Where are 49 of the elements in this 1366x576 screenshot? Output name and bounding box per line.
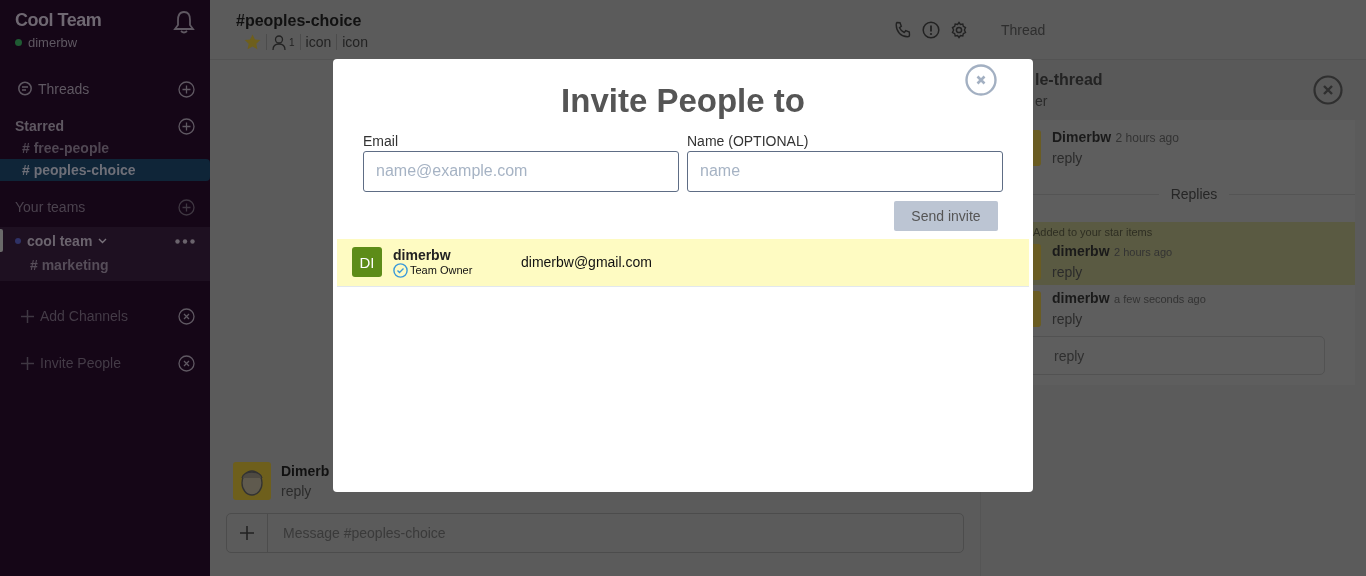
channel-item[interactable]: # free-people bbox=[0, 137, 210, 159]
info-icon[interactable] bbox=[922, 21, 940, 39]
input-field[interactable]: name bbox=[687, 150, 1003, 192]
close-icon[interactable] bbox=[965, 64, 997, 96]
dialog-title: Invite People to bbox=[560, 81, 806, 121]
send-invite-button[interactable]: Send invite bbox=[894, 200, 998, 231]
chat-bubble-icon bbox=[17, 81, 33, 97]
bell-icon[interactable] bbox=[173, 10, 195, 34]
plus-icon bbox=[21, 309, 34, 323]
add-icon[interactable] bbox=[178, 80, 195, 98]
settings-icon[interactable] bbox=[950, 21, 968, 39]
close-icon[interactable] bbox=[178, 307, 195, 325]
phone-icon[interactable] bbox=[894, 21, 912, 39]
user-name: dimerbw bbox=[28, 35, 78, 50]
threads-link[interactable]: Threads bbox=[38, 81, 90, 97]
member-avatar: DI bbox=[352, 247, 382, 278]
member-name: dimerbw bbox=[393, 246, 452, 263]
channel-item[interactable]: # marketing bbox=[0, 249, 210, 273]
input-field[interactable]: name@example.com bbox=[363, 150, 679, 192]
chevron-icon[interactable] bbox=[98, 238, 108, 244]
team-item[interactable]: cool team bbox=[27, 233, 93, 249]
replies-divider: Replies bbox=[1170, 186, 1218, 202]
message-author: Dimerb bbox=[281, 463, 330, 479]
channel-title: #peoples-choice bbox=[236, 12, 363, 30]
header-link[interactable]: icon bbox=[342, 34, 368, 50]
section-title: Starred bbox=[15, 118, 65, 134]
close-icon[interactable] bbox=[178, 354, 195, 372]
field-label: Name (OPTIONAL) bbox=[687, 132, 810, 149]
team-dot-icon bbox=[15, 238, 21, 244]
person-icon bbox=[272, 34, 286, 50]
add-icon[interactable] bbox=[240, 526, 254, 540]
plus-icon bbox=[21, 356, 34, 370]
field-label: Email bbox=[363, 132, 399, 149]
member-role: Team Owner bbox=[410, 264, 473, 277]
check-circle-icon bbox=[393, 262, 408, 278]
message-author: Dimerbw bbox=[1052, 129, 1112, 145]
header-link[interactable]: icon bbox=[305, 34, 332, 50]
close-icon[interactable] bbox=[1313, 75, 1343, 105]
section-title: Your teams bbox=[15, 199, 86, 215]
more-icon[interactable] bbox=[175, 238, 195, 244]
member-email: dimerbw@gmail.com bbox=[521, 254, 652, 271]
message-author: dimerbw bbox=[1052, 290, 1110, 306]
team-name: Cool Team bbox=[15, 10, 102, 31]
channel-item[interactable]: # peoples-choice bbox=[0, 159, 210, 181]
add-icon[interactable] bbox=[178, 198, 195, 216]
add-icon[interactable] bbox=[178, 117, 195, 135]
member-row[interactable]: DI dimerbw Team Owner dimerbw@gmail.com bbox=[337, 238, 1029, 287]
message-author: dimerbw bbox=[1052, 243, 1110, 259]
star-icon[interactable] bbox=[244, 34, 261, 50]
